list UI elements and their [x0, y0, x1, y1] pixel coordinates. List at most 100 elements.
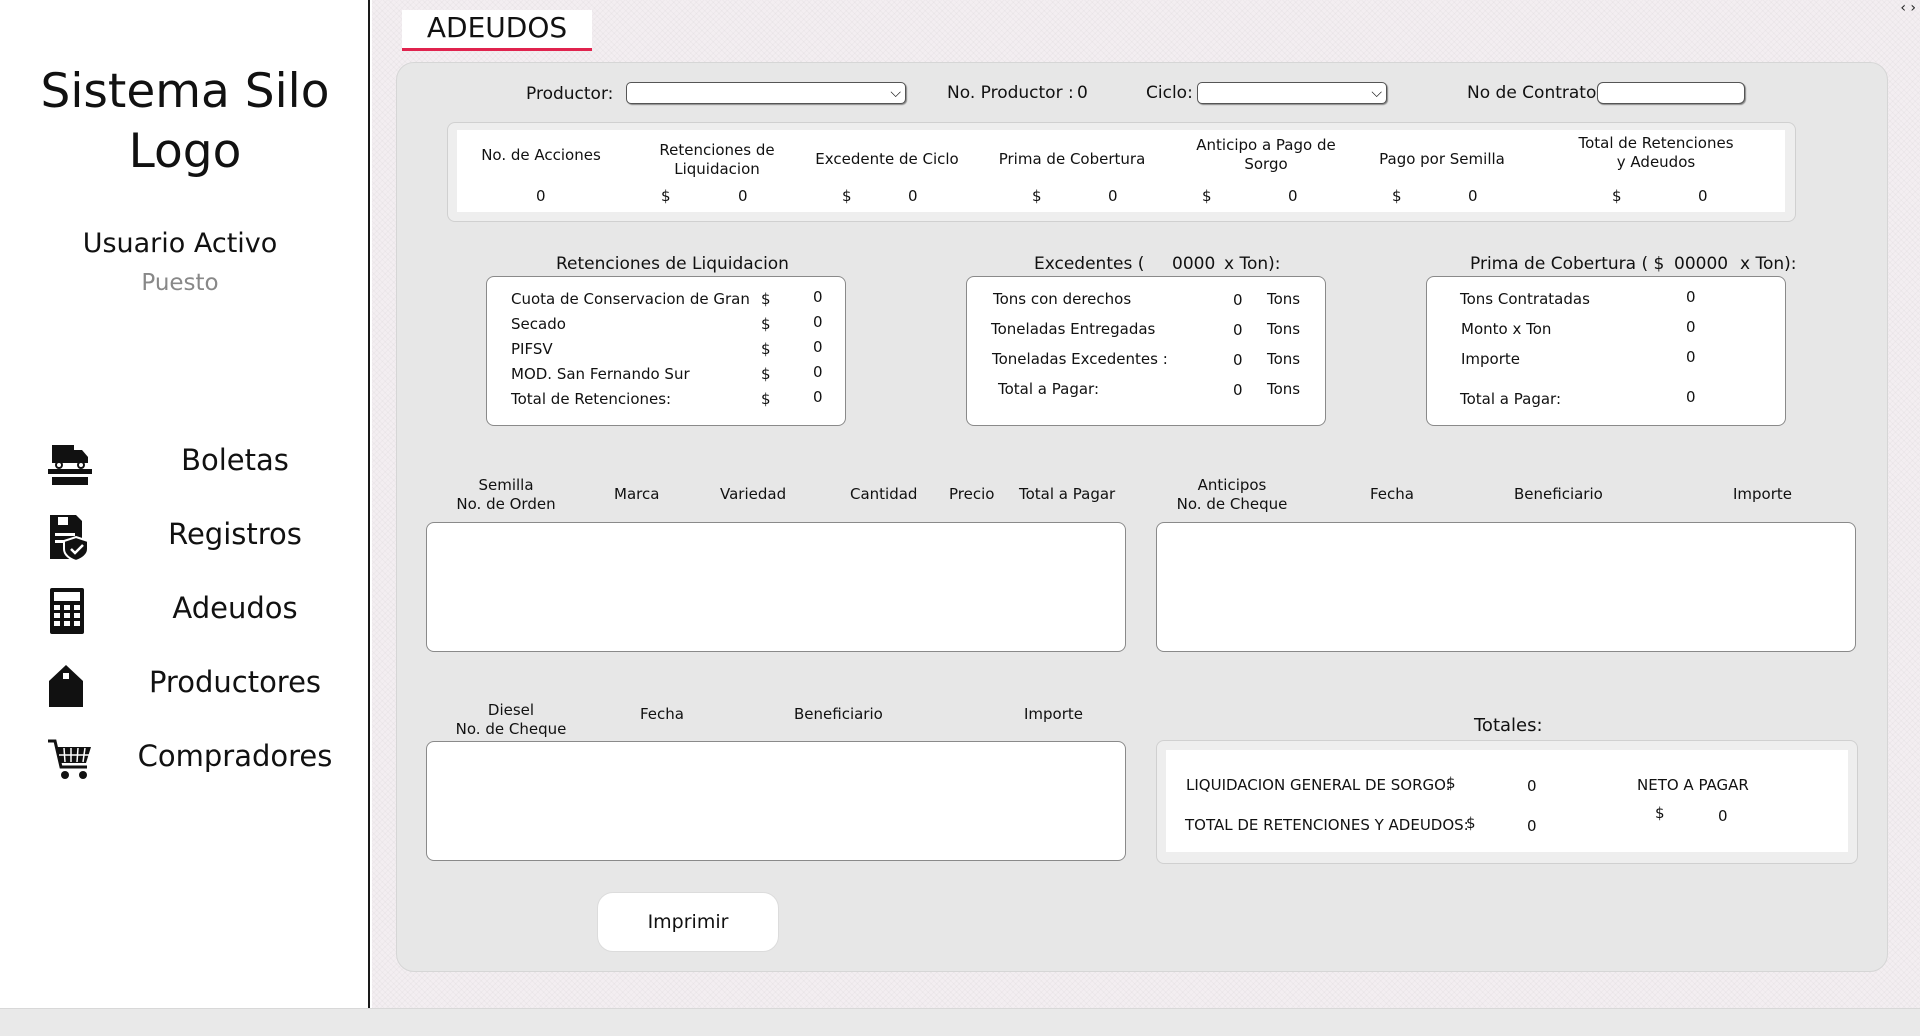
prima-rate: 00000 — [1674, 254, 1729, 274]
summary-total-label: Total de Retenciones y Adeudos — [1578, 134, 1734, 171]
retenciones-title: Retenciones de Liquidacion — [556, 254, 789, 274]
diesel-col-beneficiario: Beneficiario — [794, 705, 883, 723]
excedentes-rate: 0000 — [1172, 254, 1216, 274]
retencion-row-currency: $ — [761, 315, 771, 333]
prima-total-label: Total a Pagar: — [1460, 390, 1561, 408]
document-shield-icon — [46, 513, 96, 563]
summary-semilla-label: Pago por Semilla — [1379, 150, 1505, 168]
prima-row-value: 0 — [1686, 318, 1696, 336]
anticipos-col-cheque: Anticipos No. de Cheque — [1176, 476, 1288, 513]
diesel-table-body[interactable] — [426, 741, 1126, 861]
semilla-col-variedad: Variedad — [720, 485, 787, 503]
retencion-row-currency: $ — [761, 340, 771, 358]
liquidacion-label: LIQUIDACION GENERAL DE SORGO: — [1186, 776, 1451, 794]
semilla-col-precio: Precio — [949, 485, 995, 503]
tab-adeudos[interactable]: ADEUDOS — [402, 10, 592, 51]
excedentes-title-suffix: x Ton): — [1224, 254, 1281, 274]
diesel-col-fecha: Fecha — [640, 705, 684, 723]
total-retenciones-currency: $ — [1466, 814, 1476, 832]
productor-dropdown[interactable]: ⌵ — [626, 82, 906, 104]
excedente-row-label: Toneladas Entregadas — [991, 320, 1156, 338]
retencion-row-value: 0 — [813, 288, 823, 306]
house-icon — [46, 661, 96, 709]
total-retenciones-value: 0 — [1527, 817, 1537, 835]
liquidacion-value: 0 — [1527, 777, 1537, 795]
excedente-row-value: 0 — [1233, 351, 1243, 369]
excedente-row-value: 0 — [1233, 321, 1243, 339]
bottom-scrollbar[interactable] — [0, 1008, 1920, 1036]
no-productor-value: 0 — [1077, 83, 1088, 103]
semilla-table-body[interactable] — [426, 522, 1126, 652]
nav-item-productores[interactable]: Productores — [0, 655, 370, 715]
anticipos-col-beneficiario: Beneficiario — [1514, 485, 1603, 503]
retencion-row-label: PIFSV — [511, 340, 553, 358]
prima-row-label: Monto x Ton — [1461, 320, 1552, 338]
excedente-row-label: Toneladas Excedentes : — [992, 350, 1168, 368]
diesel-col-importe: Importe — [1024, 705, 1084, 723]
summary-retenciones-currency: $ — [661, 187, 671, 205]
retencion-row-label: Cuota de Conservacion de Gran — [511, 290, 750, 308]
excedentes-title-prefix: Excedentes ( — [1034, 254, 1145, 274]
chevron-down-icon: ⌵ — [1371, 85, 1382, 101]
summary-total-value: 0 — [1698, 187, 1708, 205]
excedente-row-unit: Tons — [1267, 290, 1301, 308]
nav-label-productores: Productores — [148, 665, 322, 699]
nav-item-boletas[interactable]: Boletas — [0, 433, 370, 493]
semilla-col-total: Total a Pagar — [1019, 485, 1116, 503]
total-retenciones-label: TOTAL DE RETENCIONES Y ADEUDOS: — [1185, 816, 1469, 834]
neto-label: NETO A PAGAR — [1637, 776, 1749, 794]
anticipos-col-importe: Importe — [1733, 485, 1793, 503]
window-corner-arrows[interactable]: ‹ › — [1900, 0, 1916, 16]
neto-currency: $ — [1655, 804, 1665, 822]
summary-semilla-currency: $ — [1392, 187, 1402, 205]
contrato-input[interactable] — [1597, 82, 1745, 104]
anticipos-table-body[interactable] — [1156, 522, 1856, 652]
nav-item-adeudos[interactable]: Adeudos — [0, 581, 370, 641]
retencion-row-label: MOD. San Fernando Sur — [511, 365, 690, 383]
prima-total-value: 0 — [1686, 388, 1696, 406]
diesel-col-cheque: Diesel No. de Cheque — [455, 701, 567, 738]
summary-acciones-value: 0 — [536, 187, 546, 205]
nav-item-compradores[interactable]: Compradores — [0, 729, 370, 789]
shopping-cart-icon — [46, 735, 96, 783]
retencion-row-value: 0 — [813, 338, 823, 356]
user-role: Puesto — [141, 270, 219, 296]
semilla-col-cantidad: Cantidad — [850, 485, 918, 503]
summary-anticipo-currency: $ — [1202, 187, 1212, 205]
prima-title-suffix: x Ton): — [1740, 254, 1797, 274]
summary-excedente-value: 0 — [908, 187, 918, 205]
nav-label-compradores: Compradores — [137, 739, 333, 773]
app-title-line1: Sistema Silo — [40, 64, 330, 119]
liquidacion-currency: $ — [1446, 774, 1456, 792]
nav-label-adeudos: Adeudos — [172, 591, 298, 625]
nav-item-registros[interactable]: Registros — [0, 507, 370, 567]
summary-anticipo-label: Anticipo a Pago de Sorgo — [1196, 136, 1336, 173]
retencion-row-value: 0 — [813, 363, 823, 381]
summary-anticipo-value: 0 — [1288, 187, 1298, 205]
anticipos-col-fecha: Fecha — [1370, 485, 1414, 503]
contrato-label: No de Contrato: — [1467, 83, 1603, 103]
active-user: Usuario Activo — [82, 228, 278, 259]
semilla-col-marca: Marca — [614, 485, 660, 503]
totales-title: Totales: — [1474, 715, 1543, 736]
semilla-col-orden: Semilla No. de Orden — [456, 476, 556, 513]
nav-label-registros: Registros — [168, 517, 302, 551]
excedente-total-value: 0 — [1233, 381, 1243, 399]
print-button[interactable]: Imprimir — [597, 892, 779, 952]
retencion-total-currency: $ — [761, 390, 771, 408]
summary-acciones-label: No. de Acciones — [481, 146, 601, 164]
excedente-total-label: Total a Pagar: — [998, 380, 1099, 398]
summary-excedente-currency: $ — [842, 187, 852, 205]
chevron-down-icon: ⌵ — [890, 85, 901, 101]
prima-row-value: 0 — [1686, 348, 1696, 366]
ciclo-label: Ciclo: — [1146, 83, 1193, 103]
totales-box — [1166, 750, 1848, 852]
summary-retenciones-value: 0 — [738, 187, 748, 205]
excedente-row-value: 0 — [1233, 291, 1243, 309]
prima-title-prefix: Prima de Cobertura ( $ — [1470, 254, 1665, 274]
retencion-row-value: 0 — [813, 313, 823, 331]
excedente-row-unit: Tons — [1267, 320, 1301, 338]
excedente-total-unit: Tons — [1267, 380, 1301, 398]
nav-label-boletas: Boletas — [181, 443, 289, 477]
ciclo-dropdown[interactable]: ⌵ — [1197, 82, 1387, 104]
